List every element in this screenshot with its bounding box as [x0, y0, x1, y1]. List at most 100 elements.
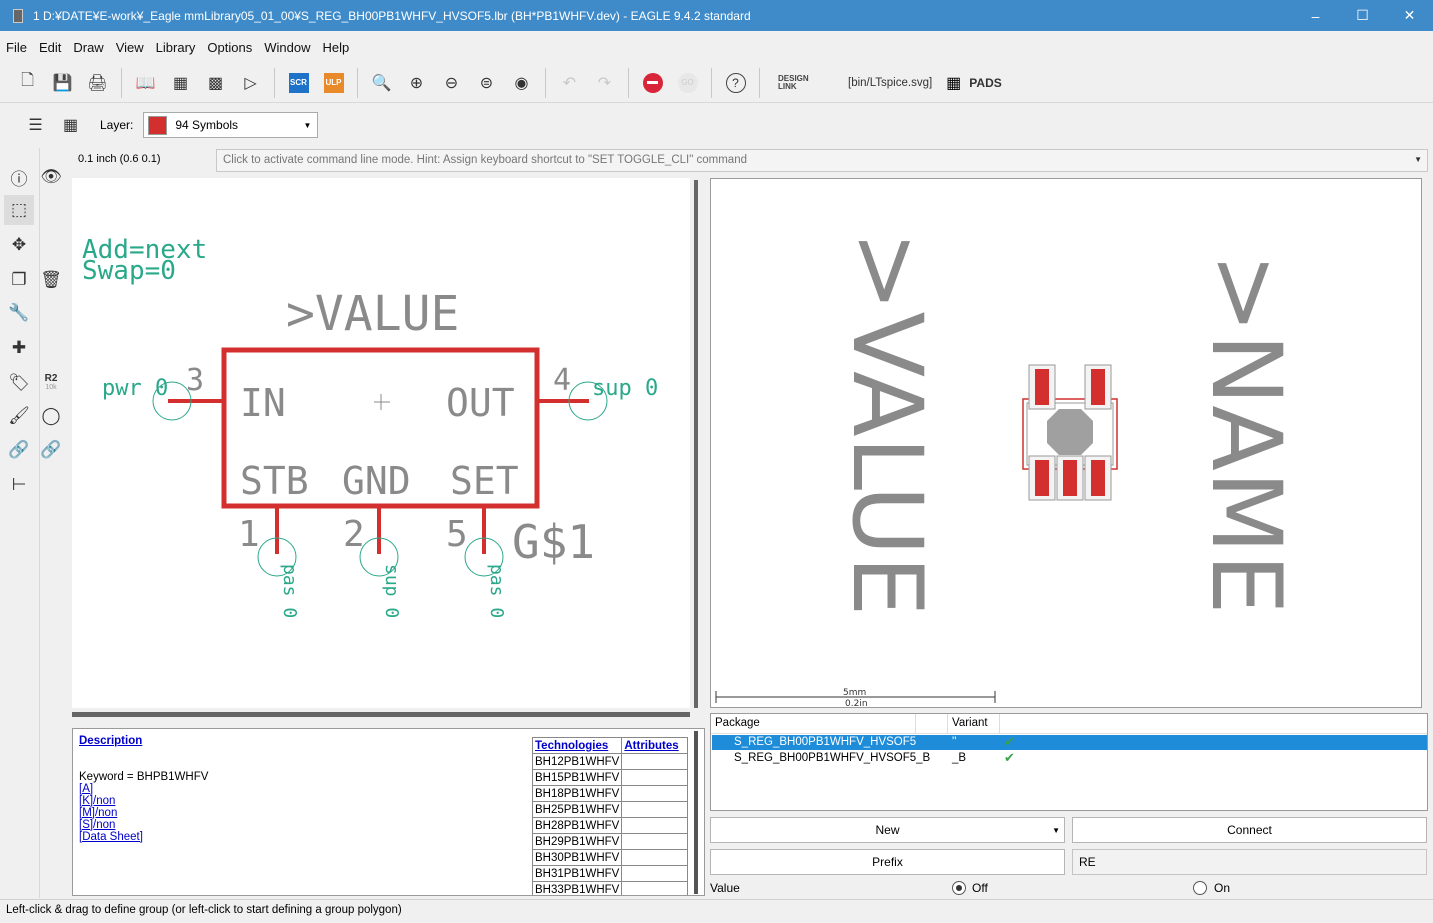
left-toolbar: ⓘ 👁 ⬚ ✥ ❐ 🗑 🔧 ✚ 🏷 R2 10k 🖌 ◯ 🔗 🔗 ⊢: [0, 148, 62, 898]
library-book-icon[interactable]: 📖: [128, 68, 163, 98]
symbol-drawing: Add=next Swap=0 >VALUE IN OUT STB GND SE…: [82, 235, 658, 618]
list-item[interactable]: S_REG_BH00PB1WHFV_HVSOF5 '' ✔: [712, 734, 1427, 750]
add-pin-icon[interactable]: ✚: [4, 333, 34, 363]
menu-options[interactable]: Options: [201, 40, 258, 55]
zoom-redraw-icon[interactable]: ⊜: [469, 68, 504, 98]
value-r2-button[interactable]: R2 10k: [36, 368, 66, 398]
maximize-button[interactable]: ☐: [1339, 0, 1386, 31]
menu-draw[interactable]: Draw: [67, 40, 109, 55]
prefix-button[interactable]: Prefix: [710, 849, 1065, 875]
menu-library[interactable]: Library: [150, 40, 202, 55]
table-row[interactable]: BH29PB1WHFV: [531, 833, 689, 850]
open-icon[interactable]: 🗋: [10, 68, 45, 98]
undo-icon[interactable]: ↶: [552, 68, 587, 98]
connect-icon[interactable]: 🔗: [4, 435, 34, 465]
connect-button[interactable]: Connect: [1072, 817, 1427, 843]
run-script-button[interactable]: SCR: [281, 68, 316, 98]
description-link-a[interactable]: [A]: [79, 783, 208, 795]
technologies-header[interactable]: Technologies: [531, 737, 623, 754]
table-row[interactable]: BH18PB1WHFV: [531, 785, 689, 802]
minimize-button[interactable]: –: [1292, 0, 1339, 31]
vertical-scrollbar[interactable]: [694, 180, 698, 708]
info-icon[interactable]: ⓘ: [4, 162, 34, 192]
menu-help[interactable]: Help: [316, 40, 355, 55]
go-button[interactable]: GO: [670, 68, 705, 98]
pin-stb-direction: pas 0: [279, 564, 300, 618]
value-on-radio[interactable]: [1193, 881, 1207, 895]
help-icon[interactable]: ?: [718, 68, 753, 98]
close-button[interactable]: ✕: [1386, 0, 1433, 31]
description-link[interactable]: Description: [79, 735, 142, 747]
gate-icon[interactable]: ◯: [36, 401, 66, 431]
description-link-datasheet[interactable]: [Data Sheet]: [79, 831, 208, 843]
symbol-gate-icon[interactable]: ▷: [233, 68, 268, 98]
description-link-m[interactable]: [M]/non: [79, 807, 208, 819]
zoom-in-icon[interactable]: ⊕: [399, 68, 434, 98]
description-link-k[interactable]: [K]/non: [79, 795, 208, 807]
menu-window[interactable]: Window: [258, 40, 316, 55]
zoom-area-icon[interactable]: ◉: [504, 68, 539, 98]
layers-icon[interactable]: ☰: [18, 110, 53, 140]
technology-cell: BH25PB1WHFV: [531, 801, 623, 818]
prefix-field[interactable]: RE: [1072, 849, 1427, 875]
pads-button[interactable]: PADS: [969, 76, 1001, 90]
show-eye-icon[interactable]: 👁: [36, 162, 66, 192]
save-icon[interactable]: 💾: [45, 68, 80, 98]
description-scrollbar[interactable]: [694, 731, 698, 894]
value-placeholder: >VALUE: [286, 286, 459, 342]
description-link-s[interactable]: [S]/non: [79, 819, 208, 831]
symbol-canvas[interactable]: Add=next Swap=0 >VALUE IN OUT STB GND SE…: [72, 178, 690, 708]
variant-column-header[interactable]: Variant: [952, 717, 988, 729]
pin-number-3: 3: [186, 363, 204, 398]
print-icon[interactable]: 🖨: [80, 68, 115, 98]
main-toolbar: 🗋 💾 🖨 📖 ▦ ▩ ▷ SCR ULP 🔍 ⊕ ⊖ ⊜ ◉ ↶ ↷ GO ?…: [0, 63, 1433, 103]
smd-pad: [1091, 369, 1105, 405]
attributes-header[interactable]: Attributes: [621, 737, 689, 754]
ulp-icon: ULP: [323, 72, 344, 93]
smd-pad: [1063, 460, 1077, 496]
new-button[interactable]: New ▼: [710, 817, 1065, 843]
go-icon: GO: [677, 72, 698, 93]
table-row[interactable]: BH31PB1WHFV: [531, 865, 689, 882]
table-row[interactable]: BH25PB1WHFV: [531, 801, 689, 818]
menu-edit[interactable]: Edit: [33, 40, 67, 55]
table-row[interactable]: BH12PB1WHFV: [531, 753, 689, 770]
table-row[interactable]: BH15PB1WHFV: [531, 769, 689, 786]
run-ulp-button[interactable]: ULP: [316, 68, 351, 98]
menu-file[interactable]: File: [0, 40, 33, 55]
zoom-out-icon[interactable]: ⊖: [434, 68, 469, 98]
status-bar: Left-click & drag to define group (or le…: [0, 899, 1433, 923]
copy-icon[interactable]: ❐: [4, 265, 34, 295]
attribute-cell: [621, 769, 689, 786]
menu-view[interactable]: View: [110, 40, 150, 55]
design-link-button[interactable]: DESIGN LINK: [778, 74, 828, 91]
group-select-icon[interactable]: ⬚: [4, 195, 34, 225]
package-variant: '': [952, 736, 957, 748]
horizontal-scrollbar[interactable]: [72, 712, 690, 717]
package-column-header[interactable]: Package: [715, 717, 760, 729]
redo-icon[interactable]: ↷: [587, 68, 622, 98]
command-line-input[interactable]: Click to activate command line mode. Hin…: [216, 149, 1428, 172]
mark-icon[interactable]: ⊢: [4, 470, 34, 500]
value-off-radio[interactable]: [952, 881, 966, 895]
list-item[interactable]: S_REG_BH00PB1WHFV_HVSOF5_B _B ✔: [712, 750, 1427, 766]
table-row[interactable]: BH30PB1WHFV: [531, 849, 689, 866]
script-selector[interactable]: [bin/LTspice.svg]: [848, 77, 932, 89]
attribute-cell: [621, 817, 689, 834]
tag-icon[interactable]: 🏷: [4, 368, 34, 398]
delete-icon[interactable]: 🗑: [36, 265, 66, 295]
move-icon[interactable]: ✥: [4, 230, 34, 260]
layer-select[interactable]: 94 Symbols ▼: [143, 112, 319, 138]
wrench-icon[interactable]: 🔧: [4, 298, 34, 328]
paint-icon[interactable]: 🖌: [4, 401, 34, 431]
disconnect-icon[interactable]: 🔗: [36, 435, 66, 465]
table-row[interactable]: BH28PB1WHFV: [531, 817, 689, 834]
zoom-fit-icon[interactable]: 🔍: [364, 68, 399, 98]
table-row[interactable]: BH33PB1WHFV: [531, 881, 689, 895]
grid-icon[interactable]: ▦: [53, 110, 88, 140]
stop-button[interactable]: [635, 68, 670, 98]
footprint-icon[interactable]: ▩: [198, 68, 233, 98]
thermal-pad: [1047, 409, 1093, 455]
package-icon[interactable]: ▦: [163, 68, 198, 98]
scr-icon: SCR: [288, 72, 309, 93]
